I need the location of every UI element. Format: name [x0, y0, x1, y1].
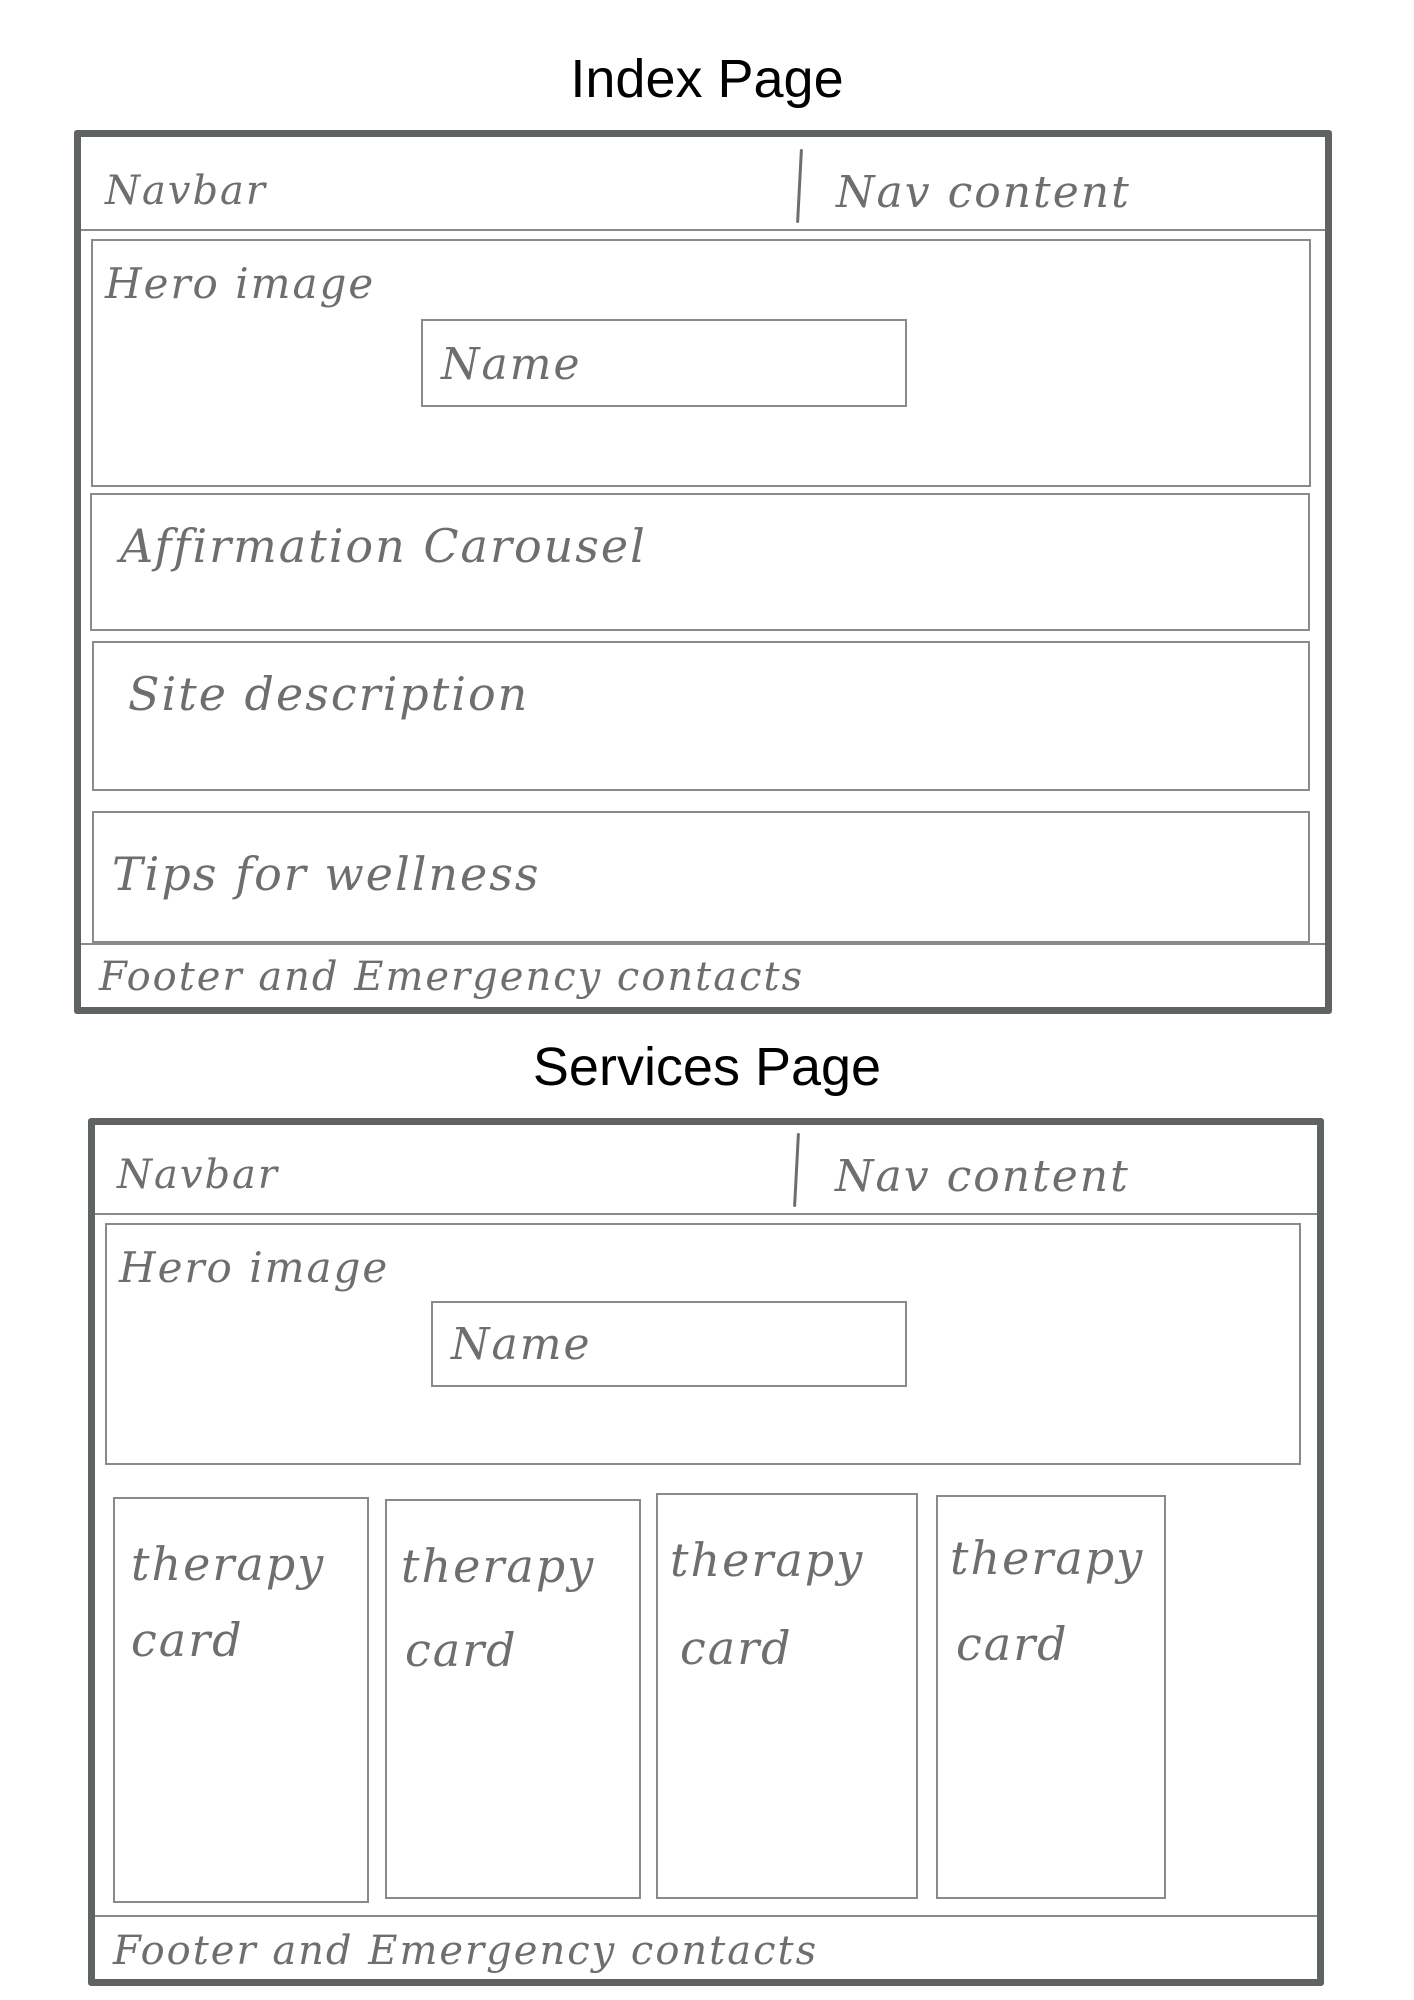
- services-hero-label: Hero image: [119, 1243, 390, 1292]
- therapy-card: therapy card: [656, 1493, 918, 1899]
- services-nav-content-label: Nav content: [835, 1151, 1130, 1202]
- index-affirmation-carousel: Affirmation Carousel: [90, 493, 1310, 631]
- index-hero-label: Hero image: [105, 259, 376, 308]
- services-navbar-label: Navbar: [117, 1152, 280, 1198]
- nav-divider-mark: [793, 1132, 800, 1208]
- services-page-wireframe: Navbar Nav content Hero image Name thera…: [88, 1118, 1324, 1986]
- therapy-card-subtitle: card: [405, 1623, 518, 1677]
- therapy-card-title: therapy: [950, 1531, 1145, 1585]
- services-footer-label: Footer and Emergency contacts: [113, 1928, 819, 1974]
- index-navbar-label: Navbar: [105, 168, 268, 214]
- index-page-title: Index Page: [570, 49, 844, 109]
- therapy-card-title: therapy: [131, 1537, 326, 1591]
- services-navbar-divider: [95, 1213, 1317, 1215]
- therapy-card-subtitle: card: [680, 1621, 793, 1675]
- therapy-card: therapy card: [936, 1495, 1166, 1899]
- therapy-card: therapy card: [385, 1499, 641, 1899]
- services-name-box: Name: [431, 1301, 907, 1387]
- index-tips-label: Tips for wellness: [112, 847, 541, 901]
- therapy-card-title: therapy: [401, 1539, 596, 1593]
- index-footer-label: Footer and Emergency contacts: [99, 954, 805, 1000]
- index-tips-section: Tips for wellness: [92, 811, 1310, 943]
- therapy-card-subtitle: card: [956, 1617, 1069, 1671]
- services-hero-section: Hero image Name: [105, 1223, 1301, 1465]
- services-page-title: Services Page: [532, 1037, 882, 1097]
- index-footer-divider: [81, 943, 1325, 945]
- nav-divider-mark: [796, 148, 803, 224]
- therapy-card: therapy card: [113, 1497, 369, 1903]
- index-affirmation-label: Affirmation Carousel: [120, 519, 647, 573]
- index-site-description: Site description: [92, 641, 1310, 791]
- index-navbar-divider: [81, 229, 1325, 231]
- therapy-card-subtitle: card: [131, 1613, 244, 1667]
- index-name-label: Name: [441, 339, 582, 390]
- services-name-label: Name: [451, 1319, 592, 1370]
- index-nav-content-label: Nav content: [836, 167, 1131, 218]
- index-name-box: Name: [421, 319, 907, 407]
- therapy-card-title: therapy: [670, 1533, 865, 1587]
- index-page-wireframe: Navbar Nav content Hero image Name Affir…: [74, 130, 1332, 1014]
- index-hero-section: Hero image Name: [91, 239, 1311, 487]
- index-site-description-label: Site description: [128, 667, 530, 721]
- services-footer-divider: [95, 1915, 1317, 1917]
